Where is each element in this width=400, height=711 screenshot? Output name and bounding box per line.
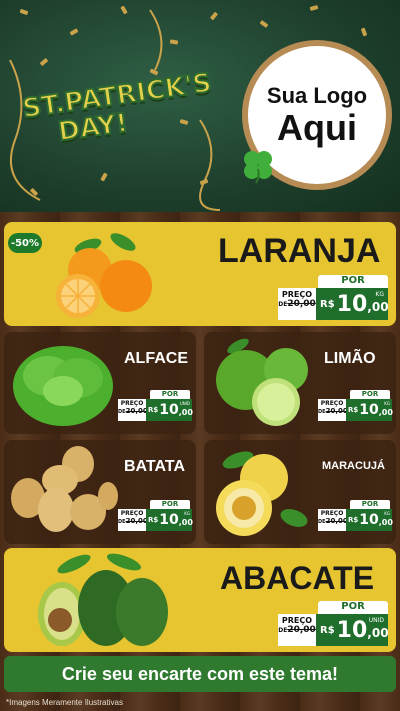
unit: UNID bbox=[179, 401, 190, 406]
por-label: POR bbox=[318, 275, 388, 289]
disclaimer-text: *Imagens Meramente Ilustrativas bbox=[6, 698, 123, 707]
preco-label: PREÇO bbox=[281, 290, 313, 299]
de-label: DE bbox=[118, 519, 126, 525]
old-price: 20,00 bbox=[287, 299, 316, 309]
preco-label: PREÇO bbox=[120, 400, 144, 407]
price-tag-limao: PREÇO DE20,00 R$ 10 ,00 KG bbox=[318, 399, 393, 421]
price-dec: ,00 bbox=[178, 517, 193, 527]
product-name-maracuja: MARACUJÁ bbox=[322, 460, 385, 472]
product-name-batata: BATATA bbox=[124, 458, 186, 475]
product-name-abacate: ABACATE bbox=[220, 560, 375, 596]
currency: R$ bbox=[148, 406, 159, 414]
confetti bbox=[309, 5, 319, 11]
confetti bbox=[259, 20, 269, 28]
product-name-laranja: LARANJA bbox=[218, 232, 381, 270]
unit: KG bbox=[375, 291, 384, 298]
old-price: 20,00 bbox=[287, 625, 316, 635]
price-int: 10 bbox=[359, 402, 379, 418]
preco-label: PREÇO bbox=[281, 616, 313, 625]
orange-image bbox=[56, 233, 152, 318]
currency: R$ bbox=[348, 406, 359, 414]
price-tag-laranja: PREÇO DE20,00 R$ 10 ,00 KG bbox=[278, 288, 389, 320]
logo-text-line2: Aqui bbox=[277, 107, 357, 148]
de-label: DE bbox=[278, 301, 288, 308]
price-dec: ,00 bbox=[378, 517, 393, 527]
product-name-limao: LIMÃO bbox=[324, 350, 376, 367]
price-dec: ,00 bbox=[367, 626, 389, 640]
cta-banner[interactable]: Crie seu encarte com este tema! bbox=[4, 656, 396, 692]
de-label: DE bbox=[318, 409, 326, 415]
de-label: DE bbox=[278, 627, 288, 634]
confetti bbox=[360, 27, 368, 37]
price-dec: ,00 bbox=[178, 407, 193, 417]
price-dec: ,00 bbox=[367, 300, 389, 314]
price-dec: ,00 bbox=[378, 407, 393, 417]
old-price: 20,00 bbox=[325, 517, 348, 525]
potato-image bbox=[11, 446, 118, 532]
clover-icon bbox=[244, 151, 272, 184]
unit: UNID bbox=[368, 617, 384, 624]
de-label: DE bbox=[118, 409, 126, 415]
discount-badge: -50% bbox=[8, 233, 42, 253]
product-name-alface: ALFACE bbox=[124, 350, 188, 367]
old-price: 20,00 bbox=[325, 407, 348, 415]
header-banner: ST.PATRICK'S DAY! Sua Logo Aqui bbox=[0, 0, 400, 212]
price-tag-abacate: PREÇO DE20,00 R$ 10 ,00 UNID bbox=[278, 614, 389, 646]
unit: KG bbox=[384, 401, 390, 406]
preco-label: PREÇO bbox=[120, 510, 144, 517]
unit: KG bbox=[184, 511, 190, 516]
price-tag-alface: PREÇO DE20,00 R$ 10 ,00 UNID bbox=[118, 399, 193, 421]
price-int: 10 bbox=[336, 617, 368, 643]
por-label: POR bbox=[318, 601, 388, 615]
de-label: DE bbox=[318, 519, 326, 525]
preco-label: PREÇO bbox=[320, 510, 344, 517]
price-tag-maracuja: PREÇO DE20,00 R$ 10 ,00 KG bbox=[318, 509, 393, 531]
price-int: 10 bbox=[336, 291, 368, 317]
price-int: 10 bbox=[159, 402, 179, 418]
currency: R$ bbox=[320, 298, 335, 310]
lettuce-image bbox=[13, 346, 113, 426]
currency: R$ bbox=[148, 516, 159, 524]
price-int: 10 bbox=[159, 512, 179, 528]
price-tag-batata: PREÇO DE20,00 R$ 10 ,00 KG bbox=[118, 509, 193, 531]
currency: R$ bbox=[348, 516, 359, 524]
lime-image bbox=[216, 338, 308, 426]
passion-fruit-image bbox=[216, 451, 308, 536]
logo-text-line1: Sua Logo bbox=[266, 83, 368, 108]
currency: R$ bbox=[320, 624, 335, 636]
unit: KG bbox=[384, 511, 390, 516]
old-price: 20,00 bbox=[125, 407, 148, 415]
avocado-image bbox=[38, 553, 168, 646]
preco-label: PREÇO bbox=[320, 400, 344, 407]
price-int: 10 bbox=[359, 512, 379, 528]
old-price: 20,00 bbox=[125, 517, 148, 525]
